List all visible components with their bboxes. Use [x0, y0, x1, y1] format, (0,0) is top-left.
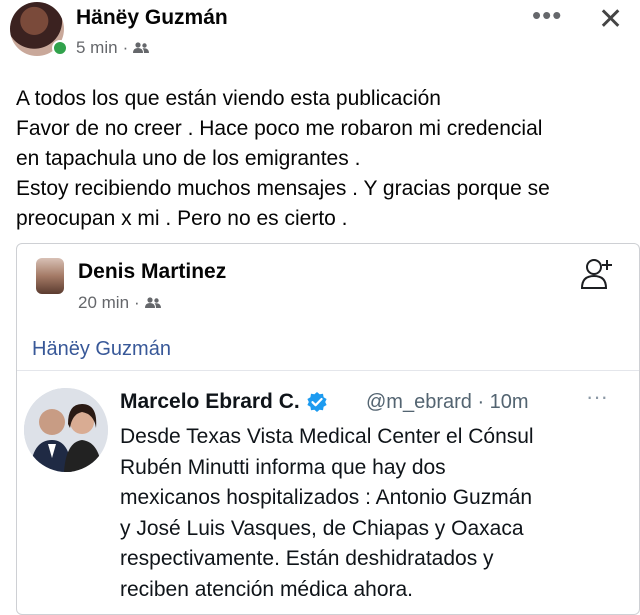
post-line: preocupan x mi . Pero no es cierto . [16, 207, 348, 230]
post-line: Estoy recibiendo muchos mensajes . Y gra… [16, 177, 550, 200]
tweet-author: Marcelo Ebrard C. [120, 390, 328, 414]
divider [17, 370, 639, 371]
post-meta: 5 min · [76, 38, 150, 58]
tweet-line: reciben atención médica ahora. [120, 577, 414, 601]
shared-author-name[interactable]: Denis Martinez [78, 260, 226, 284]
tweet-body: Desde Texas Vista Medical Center el Cóns… [120, 422, 630, 605]
post-time[interactable]: 5 min [76, 38, 118, 58]
meta-separator: · [122, 38, 129, 57]
post-line: en tapachula uno de los emigrantes . [16, 147, 361, 170]
tweet-line: Rubén Minutti informa que hay dos [120, 455, 446, 479]
tweet-avatar[interactable] [24, 388, 108, 472]
verified-badge-icon [307, 392, 327, 412]
tweet-line: respectivamente. Están deshidratados y [120, 547, 494, 570]
tweet-author-name[interactable]: Marcelo Ebrard C. [120, 390, 300, 414]
tweet-line: mexicanos hospitalizados : Antonio Guzmá… [120, 486, 533, 509]
post-line: Favor de no creer . Hace poco me robaron… [16, 117, 543, 140]
tweet-line: y José Luis Vasques, de Chiapas y Oaxaca [120, 516, 524, 540]
add-friend-icon[interactable] [580, 256, 614, 290]
post-line: A todos los que están viendo esta public… [16, 87, 441, 110]
shared-author-avatar[interactable] [36, 258, 64, 294]
tweet-options-button[interactable]: ··· [586, 384, 608, 410]
tweet-handle-time[interactable]: @m_ebrard · 10m [366, 391, 529, 414]
close-icon[interactable]: ✕ [598, 2, 623, 37]
tagged-user-link[interactable]: Hänëy Guzmán [32, 338, 171, 361]
avatar-photo [24, 388, 108, 472]
online-status-dot [52, 40, 68, 56]
post-author-name[interactable]: Hänëy Guzmán [76, 6, 228, 30]
friends-icon [133, 42, 150, 53]
friends-icon [144, 297, 161, 308]
post-body: A todos los que están viendo esta public… [16, 84, 626, 234]
meta-separator: · [134, 293, 140, 312]
shared-time[interactable]: 20 min [78, 293, 129, 313]
post-options-button[interactable]: ••• [532, 0, 562, 31]
tweet-line: Desde Texas Vista Medical Center el Cóns… [120, 425, 534, 448]
shared-meta: 20 min · [78, 293, 161, 313]
